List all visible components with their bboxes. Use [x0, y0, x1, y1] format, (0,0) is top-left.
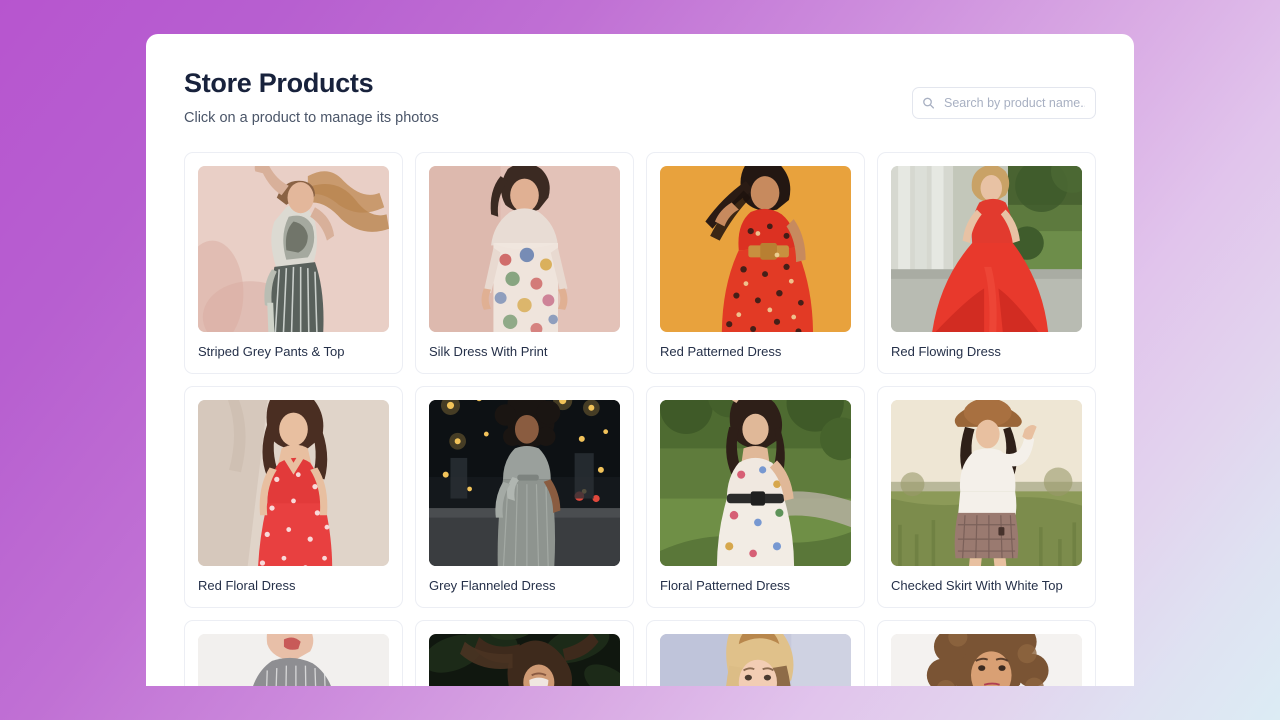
- product-name: Red Patterned Dress: [660, 344, 851, 360]
- product-card[interactable]: Silk Dress With Print: [415, 152, 634, 374]
- product-name: Silk Dress With Print: [429, 344, 620, 360]
- product-thumbnail: [891, 634, 1082, 686]
- product-thumbnail: [660, 400, 851, 566]
- product-name: Floral Patterned Dress: [660, 578, 851, 594]
- product-thumbnail: [660, 166, 851, 332]
- store-products-panel: Store Products Click on a product to man…: [146, 34, 1134, 686]
- product-thumbnail: [891, 166, 1082, 332]
- heading-block: Store Products Click on a product to man…: [184, 66, 439, 128]
- product-name: Striped Grey Pants & Top: [198, 344, 389, 360]
- page-title: Store Products: [184, 68, 439, 99]
- search-input[interactable]: [912, 87, 1096, 119]
- product-thumbnail: [198, 400, 389, 566]
- product-card[interactable]: Red Flowing Dress: [877, 152, 1096, 374]
- product-grid: Striped Grey Pants & Top: [184, 152, 1096, 686]
- product-card[interactable]: Grey Flanneled Dress: [415, 386, 634, 608]
- product-name: Red Flowing Dress: [891, 344, 1082, 360]
- product-card[interactable]: Striped Grey Pants & Top: [184, 152, 403, 374]
- product-card[interactable]: Red Patterned Dress: [646, 152, 865, 374]
- product-thumbnail: [429, 166, 620, 332]
- product-card[interactable]: Red Floral Dress: [184, 386, 403, 608]
- product-card[interactable]: [415, 620, 634, 686]
- product-thumbnail: [429, 400, 620, 566]
- product-name: Red Floral Dress: [198, 578, 389, 594]
- product-thumbnail: [891, 400, 1082, 566]
- product-card[interactable]: [877, 620, 1096, 686]
- product-thumbnail: [198, 634, 389, 686]
- product-thumbnail: [429, 634, 620, 686]
- desktop-background: Store Products Click on a product to man…: [0, 0, 1280, 720]
- product-card[interactable]: [646, 620, 865, 686]
- product-name: Checked Skirt With White Top: [891, 578, 1082, 594]
- product-card[interactable]: Checked Skirt With White Top: [877, 386, 1096, 608]
- product-card[interactable]: [184, 620, 403, 686]
- product-card[interactable]: Floral Patterned Dress: [646, 386, 865, 608]
- product-thumbnail: [198, 166, 389, 332]
- product-name: Grey Flanneled Dress: [429, 578, 620, 594]
- page-subtitle: Click on a product to manage its photos: [184, 109, 439, 128]
- search-container: [912, 87, 1096, 119]
- page-header: Store Products Click on a product to man…: [184, 66, 1096, 128]
- product-thumbnail: [660, 634, 851, 686]
